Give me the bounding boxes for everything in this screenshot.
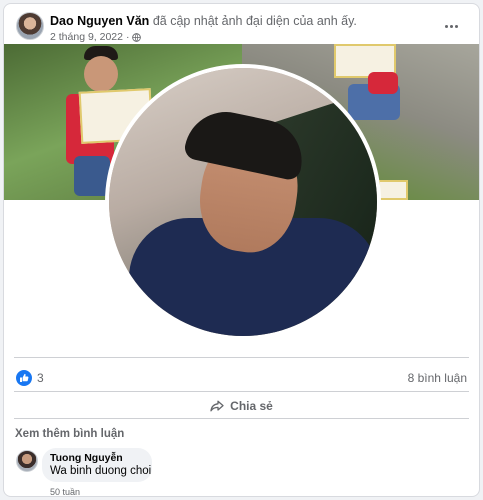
comment-timestamp[interactable]: 50 tuần xyxy=(50,487,80,496)
post-card: Dao Nguyen Văn đã cập nhật ảnh đại diện … xyxy=(3,3,480,497)
more-options-button[interactable] xyxy=(439,15,463,37)
divider xyxy=(14,357,469,358)
comment-text: Wa binh duong choi xyxy=(50,465,152,477)
share-button[interactable]: Chia sẻ xyxy=(14,394,469,418)
post-timestamp[interactable]: 2 tháng 9, 2022 xyxy=(50,31,123,43)
author-name[interactable]: Dao Nguyen Văn xyxy=(50,14,149,28)
share-label: Chia sẻ xyxy=(230,399,273,413)
like-reaction-icon xyxy=(16,370,32,386)
post-stats: 3 8 bình luận xyxy=(16,368,467,388)
post-title-line: Dao Nguyen Văn đã cập nhật ảnh đại diện … xyxy=(50,14,357,28)
comment-count[interactable]: 8 bình luận xyxy=(408,371,467,385)
post-header: Dao Nguyen Văn đã cập nhật ảnh đại diện … xyxy=(14,11,469,45)
post-meta: 2 tháng 9, 2022 · xyxy=(50,31,142,43)
post-action-text: đã cập nhật ảnh đại diện của anh ấy. xyxy=(152,14,357,28)
author-avatar[interactable] xyxy=(16,12,44,40)
commenter-name[interactable]: Tuong Nguyễn xyxy=(50,452,144,464)
share-icon xyxy=(210,400,224,412)
divider xyxy=(14,391,469,392)
divider xyxy=(14,418,469,419)
commenter-avatar[interactable] xyxy=(16,450,38,472)
view-more-comments-link[interactable]: Xem thêm bình luận xyxy=(15,428,124,440)
more-horizontal-icon xyxy=(444,24,448,28)
reaction-count: 3 xyxy=(37,371,44,385)
profile-picture[interactable] xyxy=(105,64,381,340)
profile-photo-post[interactable] xyxy=(4,44,479,360)
comment-bubble: Tuong Nguyễn Wa binh duong choi xyxy=(42,448,152,482)
reaction-summary[interactable]: 3 xyxy=(16,370,44,386)
globe-icon xyxy=(132,32,142,42)
